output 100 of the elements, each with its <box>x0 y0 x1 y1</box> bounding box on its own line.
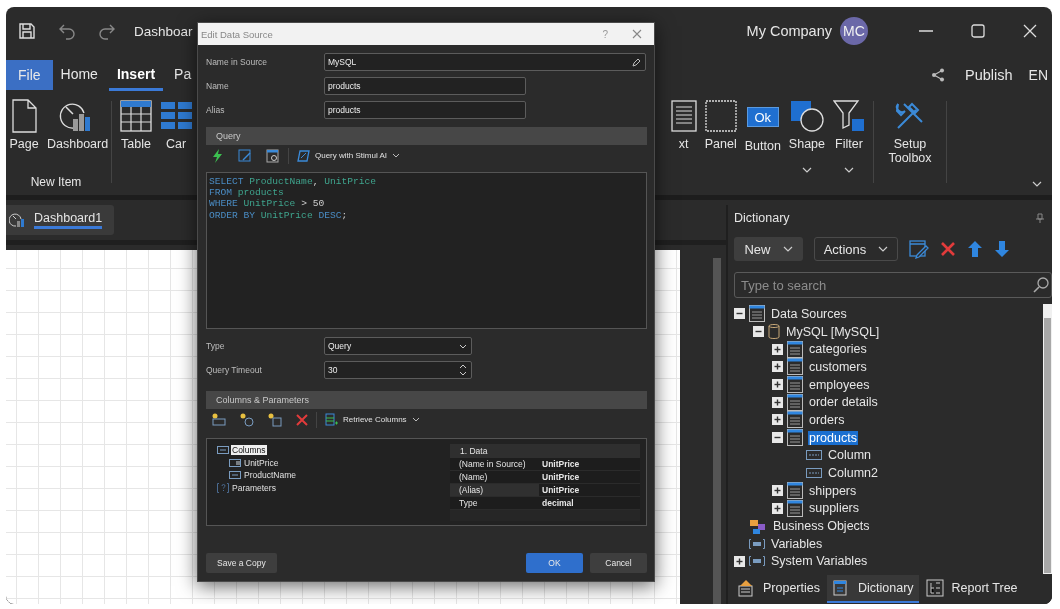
search-field[interactable]: Type to search <box>734 272 1052 298</box>
tree-item[interactable]: UnitPrice <box>243 457 280 468</box>
delete-icon[interactable] <box>296 413 308 426</box>
collapse-icon[interactable] <box>753 326 764 338</box>
tree-item[interactable]: Column2 <box>827 466 880 481</box>
property-name[interactable]: (Alias) <box>450 484 539 496</box>
tree-item[interactable]: categories <box>808 342 868 357</box>
text-field[interactable]: products <box>324 101 526 119</box>
tree-item[interactable]: Data Sources <box>770 306 848 321</box>
publish-button[interactable]: Publish <box>965 67 1013 83</box>
property-value[interactable]: UnitPrice <box>539 458 640 470</box>
pin-icon[interactable] <box>1036 213 1044 223</box>
edit-icon[interactable] <box>238 148 252 163</box>
property-category[interactable]: 1. Data <box>450 444 640 458</box>
expand-icon[interactable] <box>772 343 783 355</box>
tree-item[interactable]: System Variables <box>770 554 869 569</box>
ribbon-tab[interactable]: File <box>6 60 53 90</box>
ribbon-button[interactable]: Setup Toolbox <box>879 99 941 165</box>
ribbon-button[interactable]: Panel <box>701 99 740 173</box>
scrollbar[interactable] <box>713 258 721 604</box>
ribbon-button[interactable]: xt <box>667 99 700 173</box>
tree-item[interactable]: suppliers <box>808 501 861 516</box>
new-column-icon[interactable] <box>212 412 226 427</box>
ribbon-tab[interactable]: Home <box>52 59 106 91</box>
ai-query-button[interactable]: Query with Stimul AI <box>297 149 401 162</box>
collapse-icon[interactable] <box>772 432 783 444</box>
tree-item[interactable]: Column <box>827 448 873 463</box>
property-value[interactable]: UnitPrice <box>539 484 640 496</box>
spinner-arrows-icon[interactable] <box>459 363 467 377</box>
caret-icon[interactable] <box>801 167 812 173</box>
property-name[interactable]: Type <box>450 497 539 509</box>
text-field[interactable]: products <box>324 77 526 95</box>
ribbon-tab[interactable]: Insert <box>108 59 164 91</box>
panel-tab[interactable]: Properties <box>732 575 825 603</box>
tree-item[interactable]: Variables <box>770 536 824 551</box>
undo-icon[interactable] <box>58 22 76 40</box>
document-tab[interactable]: Dashboard1 <box>6 205 115 235</box>
ribbon-button[interactable]: Dashboard <box>44 99 106 151</box>
maximize-icon[interactable] <box>970 23 986 39</box>
caret-icon[interactable] <box>878 246 889 252</box>
panel-tab[interactable]: Report Tree <box>920 575 1023 603</box>
new-dropdown[interactable]: New <box>734 237 803 261</box>
dialog-button[interactable]: Cancel <box>590 553 647 573</box>
caret-icon[interactable] <box>392 153 401 158</box>
tree-item[interactable]: orders <box>808 412 846 427</box>
lightning-icon[interactable] <box>212 148 224 163</box>
tree-item[interactable]: Columns <box>231 445 267 456</box>
collapse-icon[interactable] <box>734 308 745 320</box>
timeout-spinner[interactable]: 30 <box>324 361 472 379</box>
save-icon[interactable] <box>18 22 36 40</box>
delete-icon[interactable] <box>940 241 956 257</box>
new-calculated-column-icon[interactable] <box>240 412 254 427</box>
expand-icon[interactable] <box>772 361 783 373</box>
pencil-icon[interactable] <box>632 57 641 67</box>
expand-icon[interactable] <box>772 502 783 514</box>
view-query-icon[interactable] <box>266 148 280 163</box>
caret-icon[interactable] <box>844 167 854 173</box>
ribbon-button[interactable]: Ok Button <box>741 99 784 173</box>
sql-editor[interactable]: SELECT ProductName, UnitPrice FROM products WHERE UnitPrice > 50 ORDER BY UnitPrice DESC; <box>206 172 647 329</box>
tree-item[interactable]: shippers <box>808 483 858 498</box>
redo-icon[interactable] <box>98 22 116 40</box>
ok-button[interactable]: OK <box>526 553 583 573</box>
tree-item[interactable]: order details <box>808 395 879 410</box>
retrieve-columns-button[interactable]: Retrieve Columns <box>325 412 420 427</box>
ribbon-tab[interactable]: Pa <box>166 59 200 91</box>
property-name[interactable]: (Name in Source) <box>450 458 539 470</box>
collapse-ribbon-icon[interactable] <box>1032 181 1042 187</box>
ribbon-button[interactable]: Filter <box>830 99 868 173</box>
text-field[interactable]: MySQL <box>324 53 646 71</box>
dialog-button[interactable]: Save a Copy <box>206 553 277 573</box>
move-down-icon[interactable] <box>994 240 1010 258</box>
property-value[interactable]: decimal <box>539 497 640 509</box>
type-dropdown[interactable]: Query <box>324 337 472 355</box>
caret-icon[interactable] <box>411 417 420 422</box>
user-avatar[interactable]: MC <box>840 17 868 45</box>
property-name[interactable]: (Name) <box>450 471 539 483</box>
actions-dropdown[interactable]: Actions <box>814 237 898 261</box>
tree-item[interactable]: Business Objects <box>772 519 871 534</box>
edit-icon[interactable] <box>909 239 929 259</box>
tree-item[interactable]: customers <box>808 359 868 374</box>
move-up-icon[interactable] <box>967 240 983 258</box>
language-dropdown[interactable]: EN <box>1028 67 1048 83</box>
ribbon-button[interactable]: Page <box>6 99 42 151</box>
tree-item[interactable]: ProductName <box>243 470 297 481</box>
caret-icon[interactable] <box>782 246 793 252</box>
tree-item[interactable]: Parameters <box>231 482 277 493</box>
scrollbar[interactable] <box>1043 304 1052 574</box>
ribbon-button[interactable]: Car <box>157 99 195 151</box>
share-icon[interactable] <box>931 68 945 82</box>
property-value[interactable]: UnitPrice <box>539 471 640 483</box>
expand-icon[interactable] <box>772 485 783 497</box>
caret-icon[interactable] <box>459 343 467 349</box>
expand-icon[interactable] <box>772 379 783 391</box>
panel-tab[interactable]: Dictionary <box>827 575 919 603</box>
search-icon[interactable] <box>1033 277 1049 293</box>
expand-icon[interactable] <box>772 396 783 408</box>
tree-item[interactable]: products <box>808 430 858 445</box>
expand-icon[interactable] <box>772 414 783 426</box>
expand-icon[interactable] <box>734 555 745 567</box>
new-parameter-icon[interactable] <box>268 412 282 427</box>
